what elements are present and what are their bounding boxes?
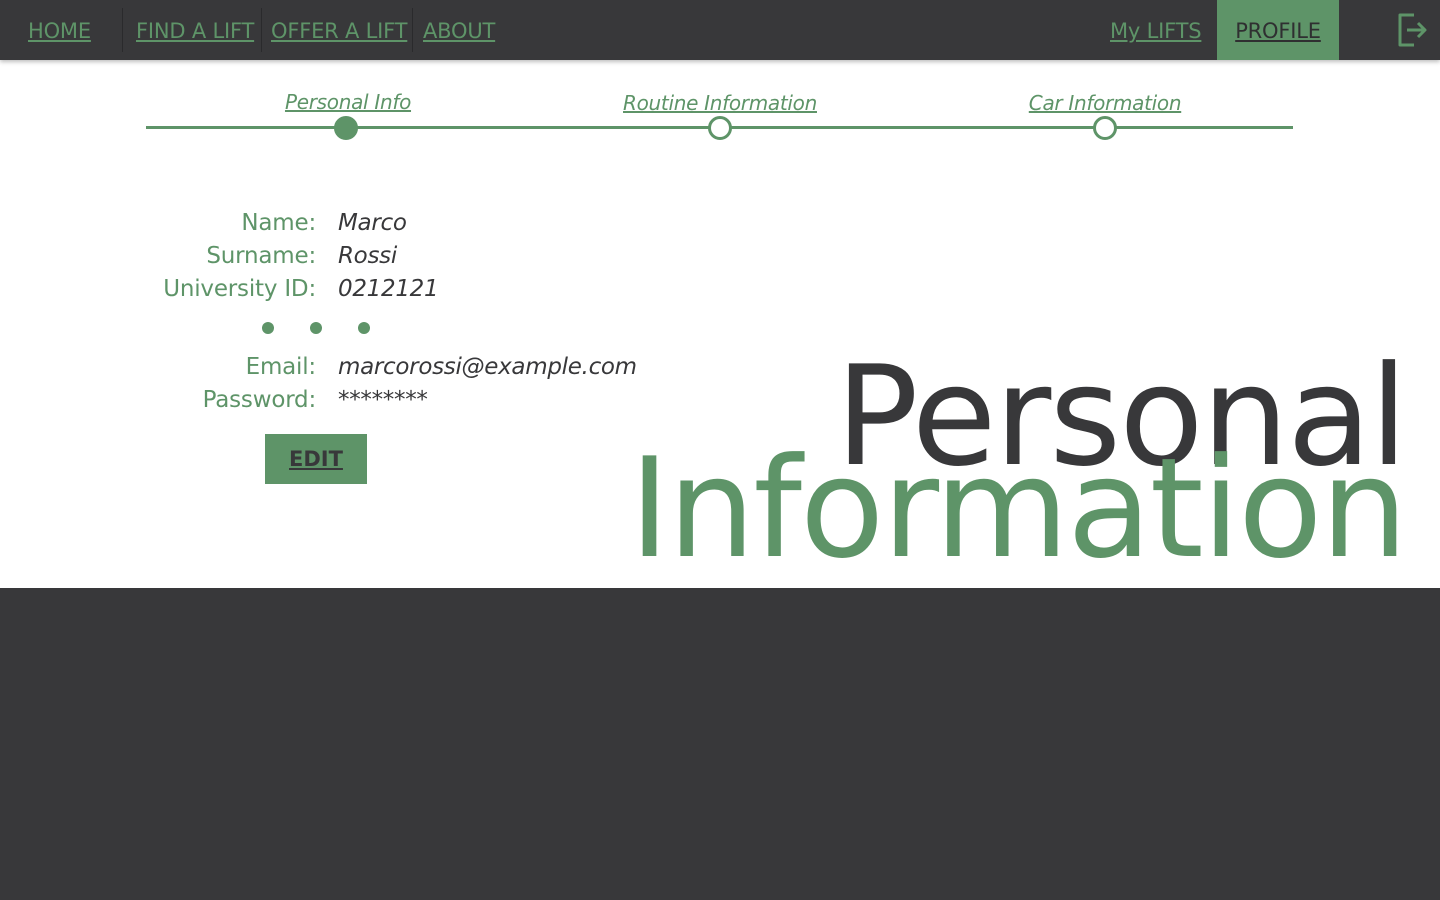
password-label: Password: (202, 387, 317, 413)
nav-divider (412, 8, 413, 52)
footer-area (0, 588, 1440, 900)
top-nav-bar: HOME FIND A LIFT OFFER A LIFT ABOUT My L… (0, 0, 1440, 60)
email-label: Email: (245, 354, 317, 380)
nav-divider (261, 8, 262, 52)
page-title-line2: Information (629, 428, 1408, 588)
university-id-value: 0212121 (338, 276, 439, 302)
password-value: ******** (338, 387, 428, 413)
separator-dot (358, 322, 370, 334)
step-personal-info-link[interactable]: Personal Info (285, 90, 411, 114)
step-car-info-link[interactable]: Car Information (1029, 91, 1182, 115)
separator-dot (310, 322, 322, 334)
separator-dots (262, 322, 372, 334)
nav-divider (122, 8, 123, 52)
university-id-label: University ID: (163, 276, 316, 302)
separator-dot (262, 322, 274, 334)
name-value: Marco (338, 210, 407, 236)
surname-label: Surname: (206, 243, 316, 269)
nav-home-link[interactable]: HOME (28, 0, 91, 60)
nav-profile-link[interactable]: PROFILE (1217, 0, 1339, 60)
email-value: marcorossi@example.com (338, 354, 637, 380)
nav-offer-lift-link[interactable]: OFFER A LIFT (271, 0, 407, 60)
step-routine-info-link[interactable]: Routine Information (623, 91, 817, 115)
logout-icon[interactable] (1396, 12, 1428, 48)
profile-panel: Personal Info Routine Information Car In… (0, 60, 1440, 588)
step-personal-info-dot[interactable] (334, 116, 358, 140)
nav-my-lifts-link[interactable]: My LIFTS (1110, 0, 1202, 60)
nav-find-lift-link[interactable]: FIND A LIFT (136, 0, 254, 60)
edit-button[interactable]: EDIT (265, 434, 367, 484)
surname-value: Rossi (338, 243, 397, 269)
step-routine-info-dot[interactable] (708, 116, 732, 140)
nav-profile-tab[interactable]: PROFILE (1217, 0, 1339, 60)
name-label: Name: (241, 210, 316, 236)
nav-about-link[interactable]: ABOUT (423, 0, 495, 60)
step-car-info-dot[interactable] (1093, 116, 1117, 140)
